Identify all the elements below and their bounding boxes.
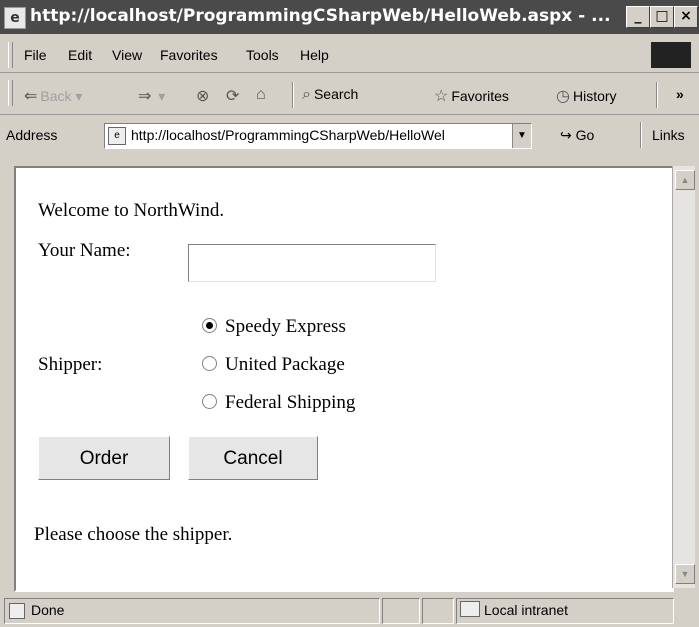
search-button[interactable]: ⌕ Search <box>302 86 358 104</box>
go-label: Go <box>575 127 595 143</box>
shipper-option-united[interactable]: United Package <box>202 354 345 376</box>
toolbar: ⇐ Back ▾ ⇒ ▾ ⊗ ⟳ ⌂ ⌕ Search ☆ Favorites ◷ Hi… <box>0 74 699 115</box>
radio-unselected-icon[interactable] <box>202 394 217 409</box>
menu-tools[interactable]: Tools <box>246 47 279 63</box>
menu-file[interactable]: File <box>24 47 47 63</box>
search-icon: ⌕ <box>302 86 311 103</box>
go-arrow-icon: ↪ <box>560 127 572 143</box>
name-label: Your Name: <box>38 240 131 261</box>
links-button[interactable]: Links <box>652 127 685 143</box>
favorites-button[interactable]: ☆ Favorites <box>434 86 509 106</box>
home-icon: ⌂ <box>256 86 266 103</box>
minimize-button[interactable]: _ <box>626 6 650 28</box>
name-input[interactable] <box>188 244 436 282</box>
shipper-option-label: Speedy Express <box>225 316 346 337</box>
menu-favorites[interactable]: Favorites <box>160 47 218 63</box>
cancel-button[interactable]: Cancel <box>188 436 318 480</box>
history-icon: ◷ <box>556 88 570 105</box>
favorites-icon: ☆ <box>434 88 449 105</box>
toolbar-separator-2 <box>656 82 658 108</box>
address-separator <box>640 122 642 148</box>
shipper-option-speedy[interactable]: Speedy Express <box>202 316 346 338</box>
shipper-option-label: Federal Shipping <box>225 392 356 413</box>
page-done-icon <box>9 603 25 619</box>
address-input[interactable]: e http://localhost/ProgrammingCSharpWeb/… <box>104 123 532 149</box>
history-label: History <box>572 88 617 104</box>
address-bar: Address e http://localhost/ProgrammingCS… <box>0 116 699 156</box>
maximize-button[interactable]: □ <box>650 6 674 28</box>
status-text: Done <box>31 602 65 618</box>
windows-logo-icon <box>651 42 691 68</box>
history-button[interactable]: ◷ History <box>556 86 617 106</box>
shipper-label: Shipper: <box>38 354 103 375</box>
menu-bar: File Edit View Favorites Tools Help <box>0 38 699 73</box>
vertical-scrollbar[interactable]: ▲ ▼ <box>672 166 695 588</box>
radio-selected-icon[interactable] <box>202 318 217 333</box>
window-title: http://localhost/ProgrammingCSharpWeb/He… <box>30 6 611 26</box>
close-button[interactable]: × <box>674 6 698 28</box>
home-button[interactable]: ⌂ <box>256 86 269 104</box>
address-url: http://localhost/ProgrammingCSharpWeb/He… <box>131 127 445 143</box>
address-dropdown-button[interactable]: ▼ <box>512 124 531 148</box>
toolbar-overflow-button[interactable]: » <box>676 86 684 102</box>
back-label: Back <box>40 88 72 104</box>
security-zone: Local intranet <box>460 601 568 618</box>
menu-grip <box>8 42 13 68</box>
status-main-panel: Done <box>4 598 380 624</box>
menu-edit[interactable]: Edit <box>68 47 92 63</box>
scroll-down-icon[interactable]: ▼ <box>675 564 695 584</box>
page-icon: e <box>108 127 126 145</box>
title-bar: e http://localhost/ProgrammingCSharpWeb/… <box>0 0 699 34</box>
shipper-option-federal[interactable]: Federal Shipping <box>202 392 355 414</box>
status-panel <box>382 598 420 624</box>
scroll-up-icon[interactable]: ▲ <box>675 170 695 190</box>
toolbar-grip <box>8 80 13 106</box>
order-button[interactable]: Order <box>38 436 170 480</box>
menu-view[interactable]: View <box>112 47 142 63</box>
forward-arrow-icon: ⇒ <box>138 88 152 105</box>
stop-button[interactable]: ⊗ <box>196 86 212 106</box>
menu-help[interactable]: Help <box>300 47 329 63</box>
browser-window: e http://localhost/ProgrammingCSharpWeb/… <box>0 0 699 627</box>
go-button[interactable]: ↪ Go <box>560 127 594 144</box>
stop-icon: ⊗ <box>196 88 210 105</box>
refresh-button[interactable]: ⟳ <box>226 86 242 106</box>
ie-icon: e <box>4 7 26 29</box>
intranet-icon <box>460 601 480 617</box>
status-message: Please choose the shipper. <box>34 524 233 545</box>
toolbar-separator <box>292 82 294 108</box>
address-label: Address <box>6 127 58 143</box>
forward-button[interactable]: ⇒ ▾ <box>138 86 165 106</box>
welcome-text: Welcome to NorthWind. <box>38 200 225 221</box>
shipper-option-label: United Package <box>225 354 345 375</box>
radio-unselected-icon[interactable] <box>202 356 217 371</box>
back-arrow-icon: ⇐ <box>24 88 38 105</box>
back-button[interactable]: ⇐ Back ▾ <box>24 86 82 106</box>
status-panel <box>422 598 454 624</box>
zone-label: Local intranet <box>484 602 569 618</box>
status-bar: Done Local intranet <box>0 596 699 627</box>
search-label: Search <box>313 86 359 102</box>
refresh-icon: ⟳ <box>226 88 240 105</box>
favorites-label: Favorites <box>451 88 509 104</box>
